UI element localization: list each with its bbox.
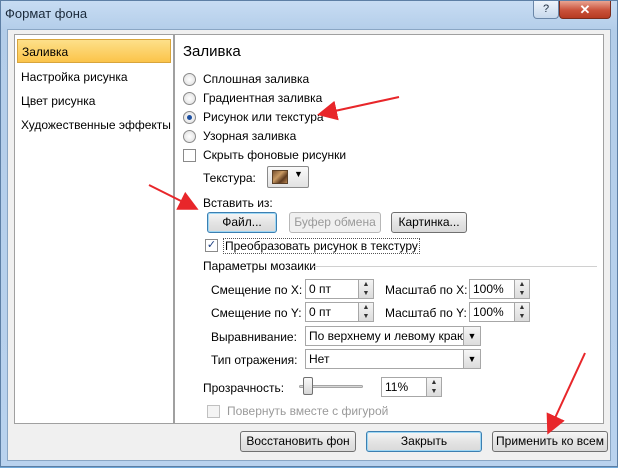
window-title: Формат фона xyxy=(5,6,88,21)
scale-y-input[interactable]: 100% xyxy=(469,302,515,322)
offset-x-spinner[interactable]: ▲ ▼ xyxy=(359,279,374,299)
sidebar-item-picture-color[interactable]: Цвет рисунка xyxy=(17,89,171,113)
insert-from-label: Вставить из: xyxy=(203,196,273,210)
offset-y-spinner[interactable]: ▲ ▼ xyxy=(359,302,374,322)
wood-texture-swatch-icon xyxy=(272,170,288,184)
picture-texture-fill-radio[interactable] xyxy=(183,111,196,124)
mirror-type-select[interactable]: Нет ▼ xyxy=(305,349,481,369)
offset-x-label: Смещение по X: xyxy=(211,283,303,297)
transparency-input[interactable]: 11% xyxy=(381,377,427,397)
solid-fill-label[interactable]: Сплошная заливка xyxy=(203,72,309,86)
offset-y-input[interactable]: 0 пт xyxy=(305,302,359,322)
texture-picker-button[interactable]: ▼ xyxy=(267,166,309,188)
sidebar-item-picture-corrections[interactable]: Настройка рисунка xyxy=(17,65,171,89)
scale-x-spinner[interactable]: ▲ ▼ xyxy=(515,279,530,299)
mirror-type-label: Тип отражения: xyxy=(211,353,298,367)
rotate-with-shape-label: Повернуть вместе с фигурой xyxy=(227,404,389,418)
gradient-fill-label[interactable]: Градиентная заливка xyxy=(203,91,322,105)
texture-label: Текстура: xyxy=(203,171,256,185)
mirror-type-value: Нет xyxy=(309,352,330,366)
panel-heading: Заливка xyxy=(183,43,241,60)
apply-to-all-button[interactable]: Применить ко всем xyxy=(492,431,608,452)
close-button[interactable]: Закрыть xyxy=(366,431,482,452)
tile-picture-label[interactable]: Преобразовать рисунок в текстуру xyxy=(223,238,420,254)
format-background-dialog: Формат фона ? ✕ Заливка Настройка рисунк… xyxy=(0,0,618,467)
transparency-label: Прозрачность: xyxy=(203,381,285,395)
pattern-fill-label[interactable]: Узорная заливка xyxy=(203,129,296,143)
hide-background-label[interactable]: Скрыть фоновые рисунки xyxy=(203,148,346,162)
rotate-with-shape-checkbox[interactable] xyxy=(207,405,220,418)
offset-y-label: Смещение по Y: xyxy=(211,306,302,320)
chevron-down-icon: ▼ xyxy=(463,350,480,368)
file-button[interactable]: Файл... xyxy=(207,212,277,233)
fill-panel: Заливка Сплошная заливка Градиентная зал… xyxy=(174,34,604,424)
tiling-group-divider xyxy=(313,266,597,267)
alignment-label: Выравнивание: xyxy=(211,330,297,344)
hide-background-checkbox[interactable] xyxy=(183,149,196,162)
alignment-select[interactable]: По верхнему и левому краю ▼ xyxy=(305,326,481,346)
pattern-fill-radio[interactable] xyxy=(183,130,196,143)
reset-background-button[interactable]: Восстановить фон xyxy=(240,431,356,452)
scale-y-spinner[interactable]: ▲ ▼ xyxy=(515,302,530,322)
chevron-down-icon: ▼ xyxy=(463,327,480,345)
sidebar-item-fill[interactable]: Заливка xyxy=(17,39,171,63)
transparency-spinner[interactable]: ▲ ▼ xyxy=(427,377,442,397)
dialog-client-area: Заливка Настройка рисунка Цвет рисунка Х… xyxy=(7,29,611,461)
title-bar[interactable]: Формат фона ? ✕ xyxy=(1,1,617,27)
scale-y-label: Масштаб по Y: xyxy=(385,306,467,320)
clipboard-button[interactable]: Буфер обмена xyxy=(289,212,381,233)
offset-x-input[interactable]: 0 пт xyxy=(305,279,359,299)
picture-texture-fill-label[interactable]: Рисунок или текстура xyxy=(203,110,324,124)
scale-x-input[interactable]: 100% xyxy=(469,279,515,299)
category-list: Заливка Настройка рисунка Цвет рисунка Х… xyxy=(14,34,174,424)
solid-fill-radio[interactable] xyxy=(183,73,196,86)
chevron-down-icon: ▼ xyxy=(294,169,303,179)
close-window-button[interactable]: ✕ xyxy=(559,1,611,19)
scale-x-label: Масштаб по X: xyxy=(385,283,468,297)
transparency-slider-thumb[interactable] xyxy=(303,377,314,395)
alignment-value: По верхнему и левому краю xyxy=(309,329,467,343)
clipart-button[interactable]: Картинка... xyxy=(391,212,467,233)
gradient-fill-radio[interactable] xyxy=(183,92,196,105)
tiling-options-heading: Параметры мозаики xyxy=(203,259,316,273)
sidebar-item-artistic-effects[interactable]: Художественные эффекты xyxy=(17,113,171,137)
tile-picture-checkbox[interactable]: ✓ xyxy=(205,239,218,252)
help-button[interactable]: ? xyxy=(533,1,559,19)
